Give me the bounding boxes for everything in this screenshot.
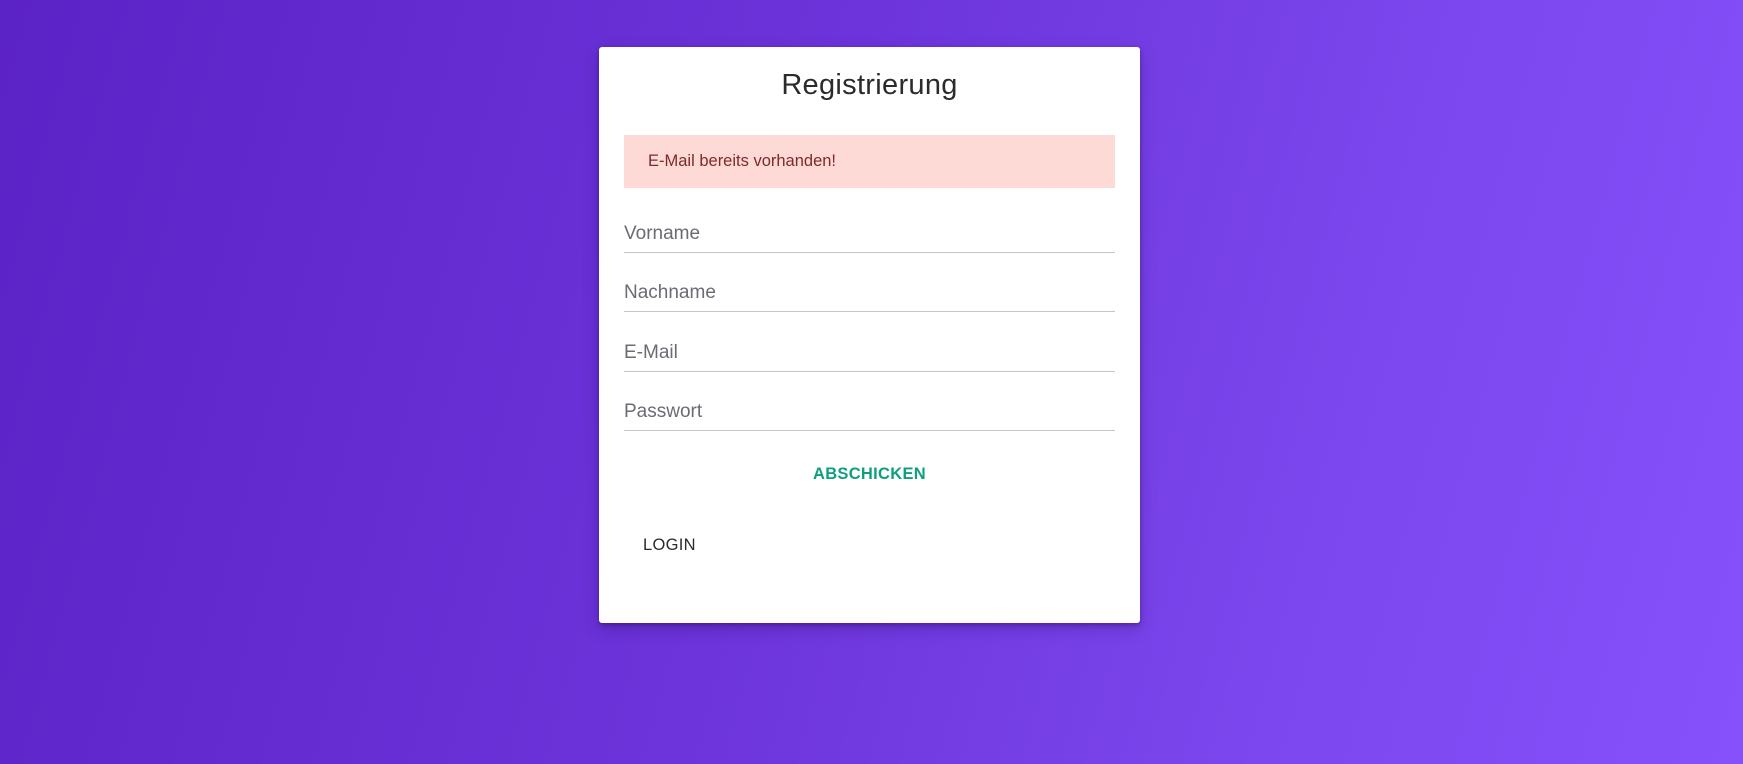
email-field (624, 332, 1115, 372)
error-alert: E-Mail bereits vorhanden! (624, 135, 1115, 188)
email-input[interactable] (624, 339, 1115, 367)
page-title: Registrierung (781, 69, 958, 101)
login-button[interactable]: LOGIN (643, 528, 696, 563)
password-input[interactable] (624, 398, 1115, 426)
submit-button[interactable]: ABSCHICKEN (797, 457, 942, 492)
submit-row: ABSCHICKEN (599, 457, 1140, 492)
registration-card: Registrierung E-Mail bereits vorhanden! … (599, 47, 1140, 623)
last-name-field (624, 272, 1115, 312)
last-name-input[interactable] (624, 279, 1115, 307)
password-field (624, 391, 1115, 431)
first-name-field (624, 213, 1115, 253)
first-name-input[interactable] (624, 220, 1115, 248)
